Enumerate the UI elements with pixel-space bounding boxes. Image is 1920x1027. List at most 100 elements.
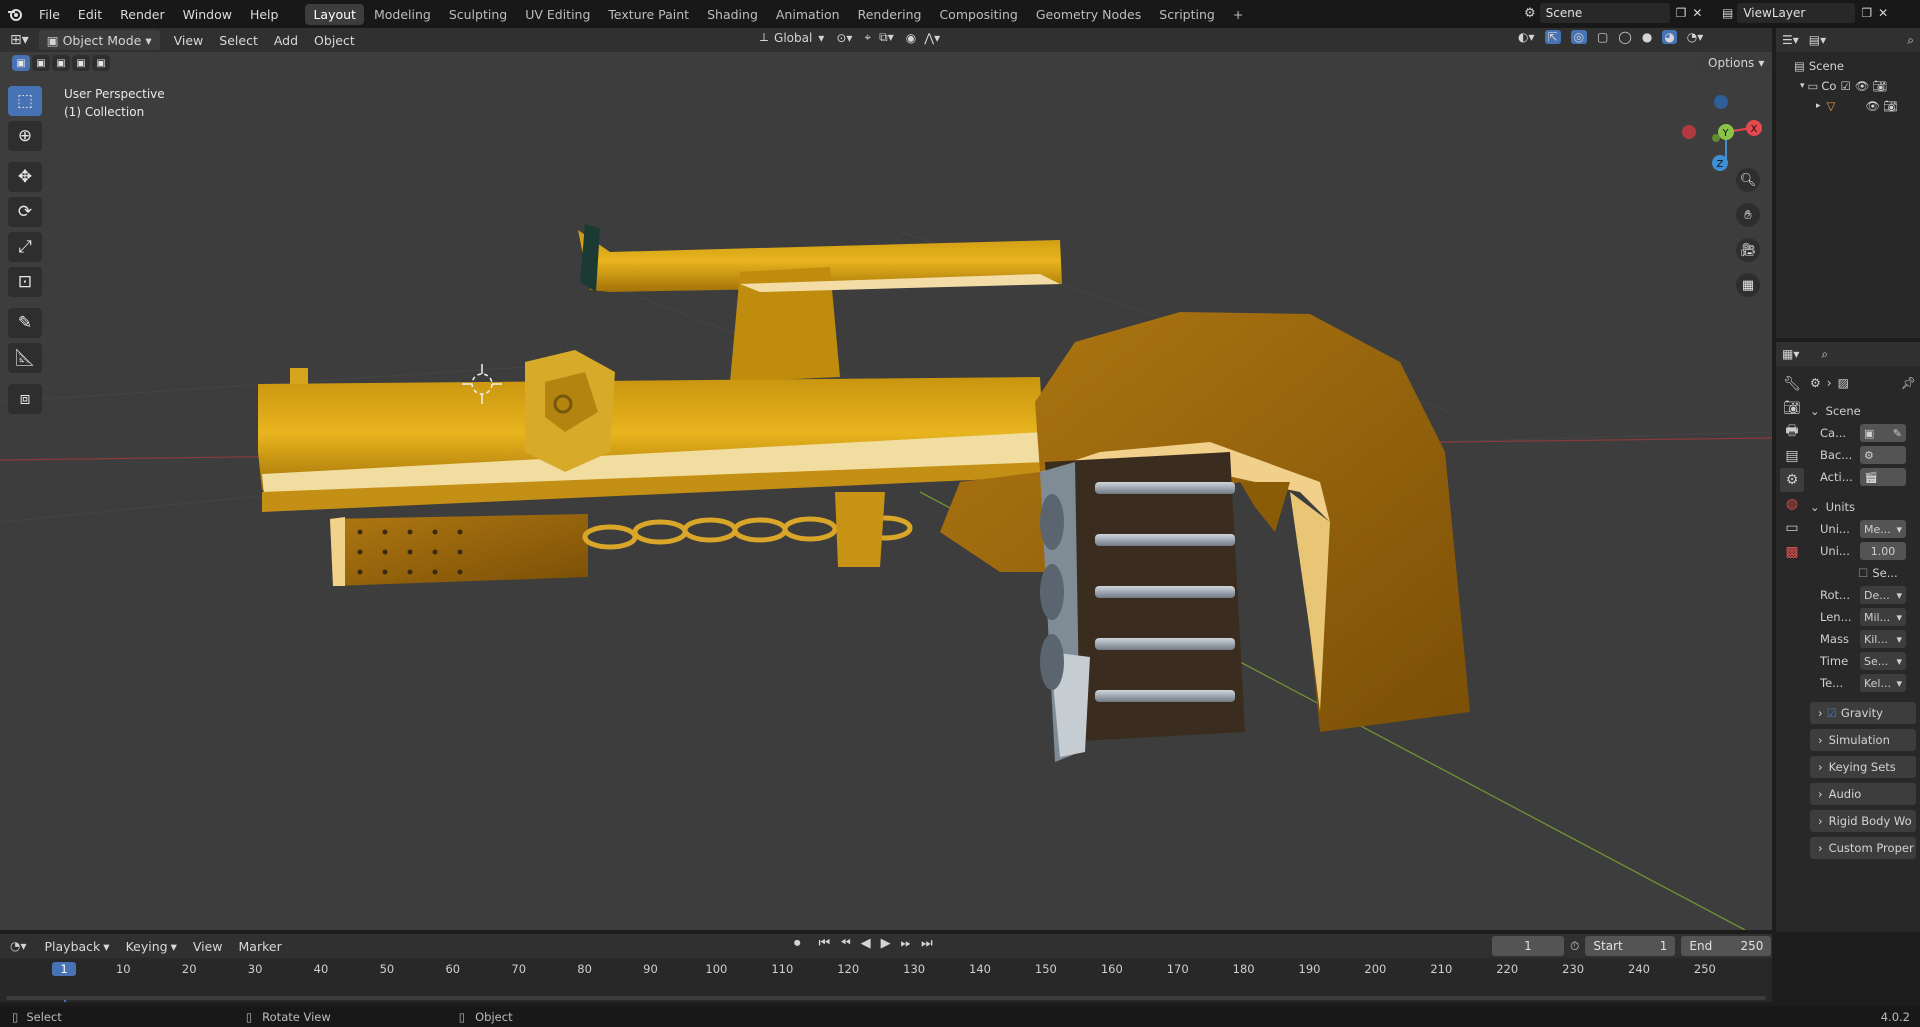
view-layer-field[interactable]: ViewLayer [1737,3,1856,23]
tool-tab-icon[interactable]: 🔧︎ [1780,372,1804,396]
temperature-dropdown[interactable]: Kel... ▾ [1860,674,1906,692]
material-shading-icon[interactable]: ◕ [1662,30,1677,44]
annotate-icon[interactable]: ✎ [8,308,42,338]
menu-render[interactable]: Render [111,7,174,22]
record-icon[interactable]: ⏺ [794,936,801,951]
world-tab-icon[interactable]: ◍ [1780,492,1804,516]
proportional-edit-icon[interactable]: ◉ [906,31,916,45]
select-extend-icon[interactable]: ▣ [32,55,50,71]
solid-shading-icon[interactable]: ● [1642,30,1652,44]
snap-target-icon[interactable]: ⧉▾ [879,30,894,45]
tab-texture-paint[interactable]: Texture Paint [600,4,697,25]
tab-scripting[interactable]: Scripting [1151,4,1223,25]
unit-system-dropdown[interactable]: Me... ▾ [1860,520,1906,538]
timeline-menu-keying[interactable]: Keying ▾ [118,939,185,954]
timeline-menu-view[interactable]: View [185,939,231,954]
select-new-icon[interactable]: ▣ [12,55,30,71]
zoom-icon[interactable]: 🔍︎ [1736,168,1760,192]
current-frame-field[interactable]: 1 [1492,936,1564,956]
active-clip-field[interactable]: 🎬︎ [1860,468,1906,486]
camera-icon[interactable]: 🎥︎ [1736,238,1760,262]
scene-selector[interactable]: ⚙ Scene ❐ ✕ [1524,3,1702,23]
scene-tab-icon[interactable]: ⚙ [1780,468,1804,492]
select-subtract-icon[interactable]: ▣ [52,55,70,71]
select-invert-icon[interactable]: ▣ [72,55,90,71]
mass-dropdown[interactable]: Kil... ▾ [1860,630,1906,648]
search-icon[interactable]: ⌕ [1907,33,1914,48]
stopwatch-icon[interactable]: ⏱ [1570,939,1579,954]
cursor-icon[interactable]: ⊕ [8,121,42,151]
units-panel-header[interactable]: ⌄ Units [1810,496,1916,518]
close-layer-icon[interactable]: ✕ [1878,6,1888,20]
search-icon[interactable]: ⌕ [1821,347,1828,362]
outliner-object-row[interactable]: ▸ ▽ 👁︎ 📷︎ [1794,96,1920,116]
simulation-panel[interactable]: › Simulation [1810,729,1916,751]
render-camera-icon[interactable]: 📷︎ [1883,96,1898,116]
move-icon[interactable]: ✥ [8,162,42,192]
keying-sets-panel[interactable]: › Keying Sets [1810,756,1916,778]
visibility-icon[interactable]: ◐▾ [1518,30,1535,44]
tab-uv-editing[interactable]: UV Editing [517,4,598,25]
overlay-icon[interactable]: ◎ [1570,30,1588,44]
eye-icon[interactable]: 👁︎ [1865,96,1880,116]
tab-modeling[interactable]: Modeling [366,4,439,25]
tab-compositing[interactable]: Compositing [931,4,1025,25]
background-field[interactable]: ⚙ [1860,446,1906,464]
tab-shading[interactable]: Shading [699,4,766,25]
timeline-ruler[interactable]: 1 10 20 30 40 50 60 70 80 90 100 110 120 130 140 150 160… [0,958,1772,1002]
tab-geometry-nodes[interactable]: Geometry Nodes [1028,4,1149,25]
copy-icon[interactable]: ❐ [1676,6,1687,20]
texture-tab-icon[interactable]: ▩ [1780,540,1804,564]
transform-icon[interactable]: ⊡ [8,267,42,297]
falloff-icon[interactable]: ⋀▾ [924,31,940,45]
gravity-panel[interactable]: › ☑ Gravity [1810,702,1916,724]
view-layer-tab-icon[interactable]: ▤ [1780,444,1804,468]
select-intersect-icon[interactable]: ▣ [92,55,110,71]
start-frame-field[interactable]: Start 1 [1585,936,1676,956]
tab-sculpting[interactable]: Sculpting [441,4,515,25]
outliner-editor-icon[interactable]: ☰▾ [1782,33,1799,47]
audio-panel[interactable]: › Audio [1810,783,1916,805]
pan-hand-icon[interactable]: ✋︎ [1736,203,1760,227]
timeline-menu-playback[interactable]: Playback ▾ [37,939,118,954]
view-layer-selector[interactable]: ▤ ViewLayer ❐ ✕ [1722,3,1888,23]
rotation-dropdown[interactable]: De... ▾ [1860,586,1906,604]
menu-edit[interactable]: Edit [69,7,111,22]
copy-layer-icon[interactable]: ❐ [1861,6,1872,20]
unit-scale-field[interactable]: 1.00 [1860,542,1906,560]
menu-help[interactable]: Help [241,7,288,22]
length-dropdown[interactable]: Mil... ▾ [1860,608,1906,626]
xray-icon[interactable]: ▢ [1597,30,1608,44]
expand-icon[interactable]: ▸ [1816,96,1821,116]
measure-icon[interactable]: 📐︎ [8,343,42,373]
output-tab-icon[interactable]: 🖶 [1780,420,1804,444]
collection-tab-icon[interactable]: ▭ [1780,516,1804,540]
properties-editor-icon[interactable]: ▦▾ [1782,347,1799,361]
tab-rendering[interactable]: Rendering [850,4,930,25]
eye-icon[interactable]: 👁︎ [1855,76,1870,96]
grid-view-icon[interactable]: ▦ [1736,273,1760,297]
outliner-collection-row[interactable]: ▾ ▭ Co ☑ 👁︎ 📷︎ [1794,76,1920,96]
menu-window[interactable]: Window [174,7,241,22]
viewport-menu-select[interactable]: Select [211,33,266,48]
play-icon[interactable]: ▶ [881,936,891,951]
scene-panel-header[interactable]: ⌄ Scene [1810,400,1916,422]
outliner-scene-row[interactable]: ▤ Scene [1794,56,1920,76]
options-dropdown[interactable]: Options ▾ [1700,54,1772,72]
custom-properties-panel[interactable]: › Custom Proper [1810,837,1916,859]
3d-viewport[interactable]: User Perspective (1) Collection X Y Z 🔍︎… [0,52,1772,930]
next-keyframe-icon[interactable]: ⏩︎ [901,936,911,951]
wireframe-shading-icon[interactable]: ◯ [1618,30,1631,44]
menu-file[interactable]: File [30,7,69,22]
checkbox-icon[interactable]: ☑ [1827,706,1837,720]
viewport-menu-object[interactable]: Object [306,33,363,48]
editor-type-icon[interactable]: ⊞▾ [0,32,39,48]
expand-icon[interactable]: ▾ [1800,76,1805,96]
timeline-menu-marker[interactable]: Marker [231,939,290,954]
mode-dropdown[interactable]: ▣ Object Mode ▾ [38,30,160,50]
prev-keyframe-icon[interactable]: ⏪︎ [840,936,850,951]
separate-units-row[interactable]: ☐ Se... [1810,562,1916,584]
viewport-menu-view[interactable]: View [166,33,212,48]
camera-field[interactable]: ▣ ✎ [1860,424,1906,442]
render-tab-icon[interactable]: 📷︎ [1780,396,1804,420]
